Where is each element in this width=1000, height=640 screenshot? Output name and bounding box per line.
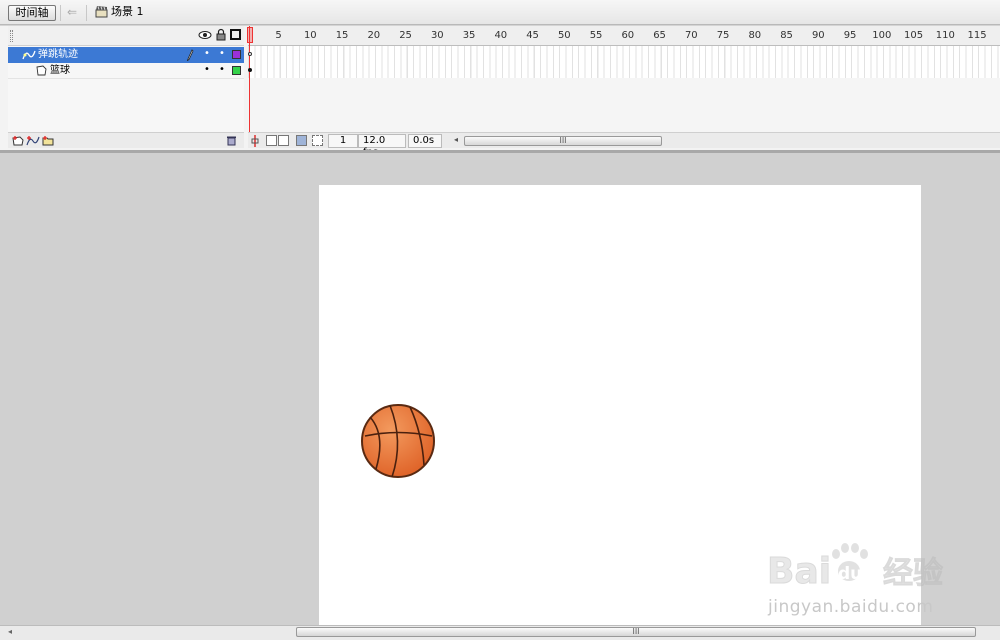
timeline-scrollbar-thumb[interactable]: III xyxy=(464,136,662,146)
playhead-line[interactable] xyxy=(249,26,250,132)
ruler-tick-label: 70 xyxy=(684,30,698,41)
visibility-dot[interactable]: • xyxy=(204,63,210,77)
frame-rate-field[interactable]: 12.0 fps xyxy=(358,134,406,158)
ruler-tick-label: 110 xyxy=(935,30,955,41)
ruler-tick-label: 5 xyxy=(275,30,282,41)
ruler-tick-label: 35 xyxy=(462,30,476,41)
frame-ruler[interactable]: 5 10 15 20 25 30 35 40 45 50 55 60 65 70 75 80 85 90 95 100… xyxy=(248,26,1000,46)
ruler-tick-label: 30 xyxy=(430,30,444,41)
divider xyxy=(60,5,61,21)
ruler-tick-label: 95 xyxy=(843,30,857,41)
outline-icon[interactable] xyxy=(230,29,241,40)
watermark-url: jingyan.baidu.com xyxy=(768,597,934,617)
keyframe[interactable] xyxy=(248,68,252,72)
layer-row-guide[interactable]: 弹跳轨迹 • • xyxy=(8,47,244,63)
panel-grip[interactable] xyxy=(10,30,13,42)
ruler-tick-label: 90 xyxy=(811,30,825,41)
ruler-tick-label: 100 xyxy=(872,30,892,41)
lock-icon[interactable] xyxy=(216,28,226,41)
current-frame-field: 1 xyxy=(328,134,358,148)
layer-header xyxy=(8,26,244,46)
center-frame-icon[interactable] xyxy=(251,135,259,147)
ruler-tick-label: 85 xyxy=(780,30,793,41)
lock-dot[interactable]: • xyxy=(219,47,225,61)
back-arrow-icon[interactable]: ⇐ xyxy=(64,4,80,20)
pencil-icon xyxy=(186,49,194,61)
ruler-tick-label: 15 xyxy=(335,30,349,41)
ruler-tick-label: 65 xyxy=(653,30,666,41)
trash-icon[interactable] xyxy=(226,135,237,146)
layer-name[interactable]: 弹跳轨迹 xyxy=(38,48,78,61)
frame-area-empty xyxy=(248,78,1000,132)
visibility-dot[interactable]: • xyxy=(204,47,210,61)
ruler-tick-label: 20 xyxy=(367,30,381,41)
scene-breadcrumb[interactable]: 场景 1 xyxy=(111,5,144,19)
ruler-tick-label: 50 xyxy=(557,30,571,41)
onion-skin-outlines-icon[interactable] xyxy=(278,135,289,146)
keyframe-empty[interactable] xyxy=(248,52,252,56)
layer-color-swatch[interactable] xyxy=(232,66,241,75)
add-folder-icon[interactable] xyxy=(42,135,54,146)
layer-controls xyxy=(8,132,244,148)
scroll-left-arrow[interactable]: ◂ xyxy=(454,135,458,144)
svg-text:Bai: Bai xyxy=(767,551,831,592)
ruler-tick-label: 55 xyxy=(589,30,603,41)
ruler-tick-label: 105 xyxy=(904,30,924,41)
motion-guide-icon xyxy=(22,50,36,60)
ruler-tick-label: 75 xyxy=(716,30,730,41)
edit-multiple-frames-icon[interactable] xyxy=(296,135,307,146)
edit-bar xyxy=(0,0,1000,25)
elapsed-time-field: 0.0s xyxy=(408,134,442,148)
basketball[interactable] xyxy=(360,403,436,479)
playhead-handle[interactable] xyxy=(247,27,253,43)
eye-icon[interactable] xyxy=(198,30,212,40)
ruler-tick-label: 40 xyxy=(494,30,508,41)
svg-text:经验: 经验 xyxy=(883,556,943,591)
layer-row-ball[interactable]: 篮球 • • xyxy=(8,63,244,79)
layer-icon xyxy=(36,65,47,76)
layer-color-swatch[interactable] xyxy=(232,50,241,59)
layer-name[interactable]: 篮球 xyxy=(50,64,70,77)
ruler-tick-label: 45 xyxy=(526,30,539,41)
svg-text:du: du xyxy=(838,564,862,584)
clapperboard-icon xyxy=(95,6,108,18)
divider xyxy=(86,5,87,21)
ruler-tick-label: 115 xyxy=(967,30,987,41)
ruler-tick-label: 25 xyxy=(399,30,412,41)
timeline-toggle-button[interactable]: 时间轴 xyxy=(8,5,56,21)
modify-onion-markers-icon[interactable] xyxy=(312,135,323,146)
stage-scroll-thumb[interactable]: III xyxy=(296,627,976,637)
add-layer-icon[interactable] xyxy=(12,135,24,146)
ruler-tick-label: 60 xyxy=(621,30,635,41)
lock-dot[interactable]: • xyxy=(219,63,225,77)
onion-skin-icon[interactable] xyxy=(266,135,277,146)
scroll-left-arrow[interactable]: ◂ xyxy=(8,626,18,638)
ruler-tick-label: 10 xyxy=(303,30,317,41)
ruler-tick-label: 80 xyxy=(748,30,762,41)
add-motion-guide-icon[interactable] xyxy=(26,135,40,146)
frame-grid[interactable] xyxy=(248,46,1000,78)
